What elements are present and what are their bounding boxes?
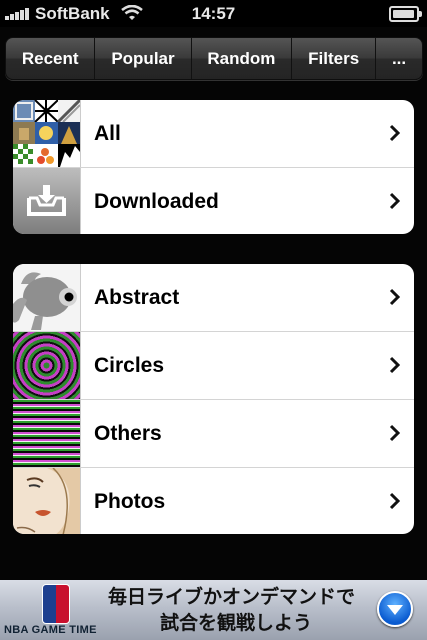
- row-label-photos: Photos: [94, 489, 166, 513]
- tab-random[interactable]: Random: [191, 38, 293, 79]
- circles-thumbnail: [13, 332, 81, 399]
- chevron-down-icon: [387, 605, 403, 615]
- status-bar: SoftBank 14:57: [0, 0, 427, 27]
- photos-face-thumbnail: [13, 468, 81, 534]
- clock: 14:57: [191, 4, 236, 23]
- row-others[interactable]: Others: [13, 400, 414, 468]
- row-downloaded[interactable]: Downloaded: [13, 168, 414, 234]
- row-circles[interactable]: Circles: [13, 332, 414, 400]
- chevron-right-icon: [389, 124, 400, 142]
- categories-group: Abstract Circles Others Photos: [13, 264, 414, 534]
- ad-brand: NBA GAME TIME: [4, 624, 97, 636]
- battery-icon: [389, 6, 422, 22]
- row-abstract[interactable]: Abstract: [13, 264, 414, 332]
- tab-recent[interactable]: Recent: [6, 38, 96, 79]
- chevron-right-icon: [389, 356, 400, 374]
- tab-popular[interactable]: Popular: [95, 38, 192, 79]
- chevron-right-icon: [389, 424, 400, 442]
- row-label-circles: Circles: [94, 353, 165, 377]
- library-group: All Downloaded: [13, 100, 414, 234]
- download-tray-thumbnail: [13, 168, 81, 234]
- ad-headline-line1: 毎日ライブかオンデマンドで: [108, 587, 356, 608]
- row-label-others: Others: [94, 421, 162, 445]
- nba-logo: [42, 584, 70, 624]
- all-collage-thumbnail: [13, 100, 81, 167]
- others-stripes-thumbnail: [13, 400, 81, 467]
- row-label-downloaded: Downloaded: [94, 189, 219, 213]
- row-label-all: All: [94, 121, 121, 145]
- download-tray-icon: [27, 185, 66, 216]
- tab-filters[interactable]: Filters: [292, 38, 377, 79]
- row-label-abstract: Abstract: [94, 285, 180, 309]
- chevron-right-icon: [389, 492, 400, 510]
- abstract-rabbit-thumbnail: [13, 264, 81, 331]
- chevron-right-icon: [389, 288, 400, 306]
- tab-more[interactable]: ...: [376, 38, 422, 79]
- category-segmented-control: Recent Popular Random Filters ...: [5, 37, 423, 80]
- ad-go-button[interactable]: [377, 591, 413, 627]
- ad-banner[interactable]: NBA GAME TIME 毎日ライブかオンデマンドで 試合を観戦しよう: [0, 580, 427, 640]
- chevron-right-icon: [389, 192, 400, 210]
- ad-headline-line2: 試合を観戦しよう: [160, 613, 313, 634]
- row-photos[interactable]: Photos: [13, 468, 414, 534]
- row-all[interactable]: All: [13, 100, 414, 168]
